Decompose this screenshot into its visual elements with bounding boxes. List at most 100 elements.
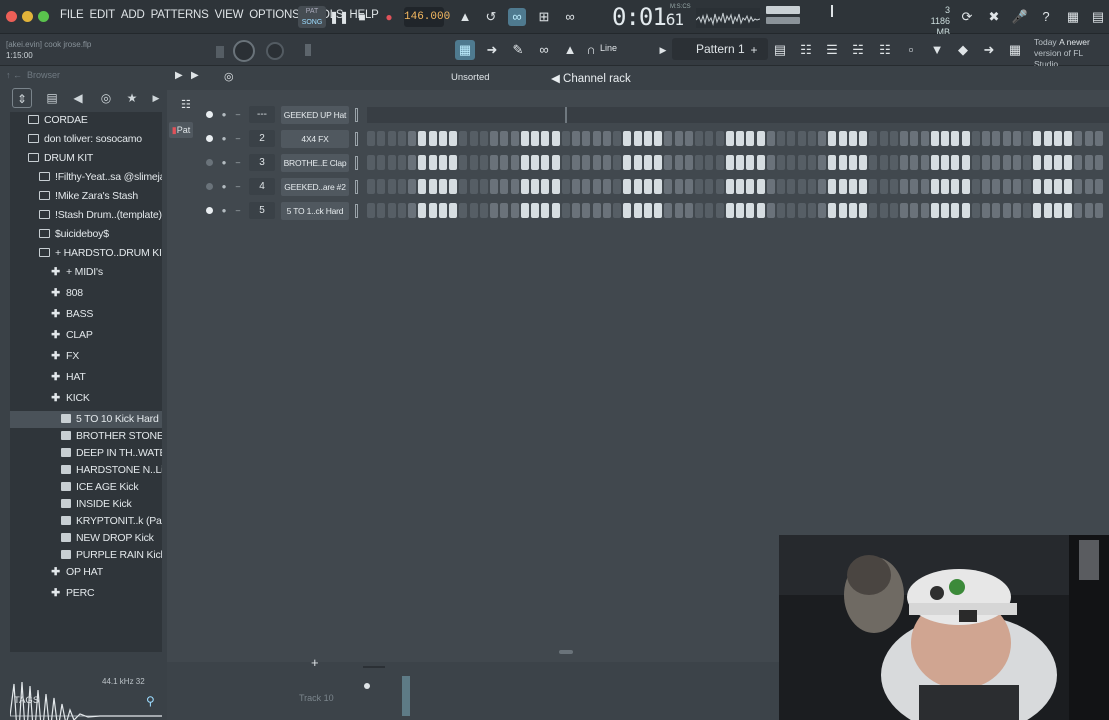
step-button[interactable] <box>1002 131 1011 146</box>
step-button[interactable] <box>818 179 826 194</box>
channel-select-bar[interactable] <box>355 108 358 122</box>
channel-mute-led[interactable] <box>206 159 213 166</box>
step-button[interactable] <box>449 203 457 218</box>
fullscreen-icon[interactable]: ▤ <box>1089 8 1107 26</box>
step-button[interactable] <box>1074 203 1083 218</box>
step-button[interactable] <box>756 203 765 218</box>
menu-view[interactable]: VIEW <box>215 9 244 21</box>
browser-folder-item[interactable]: + HARDSTO..DRUM KIT <box>10 245 162 262</box>
step-button[interactable] <box>397 131 406 146</box>
step-button[interactable] <box>910 179 919 194</box>
step-button[interactable] <box>602 203 611 218</box>
channel-mixer-track[interactable]: 5 <box>249 202 275 219</box>
channel-automation-lane[interactable] <box>367 107 1109 123</box>
step-button[interactable] <box>848 179 857 194</box>
step-button[interactable] <box>408 131 416 146</box>
channel-select-bar[interactable] <box>355 156 358 170</box>
step-button[interactable] <box>941 203 949 218</box>
step-button[interactable] <box>1064 155 1072 170</box>
browser-icon[interactable]: ☷ <box>875 40 895 60</box>
browser-file-item[interactable]: KRYPTONIT..k (Part №1) <box>10 513 162 530</box>
step-button[interactable] <box>777 203 785 218</box>
step-button[interactable] <box>1094 131 1103 146</box>
step-button[interactable] <box>428 179 437 194</box>
step-button[interactable] <box>705 179 714 194</box>
search-icon[interactable]: ⚲ <box>146 694 155 708</box>
step-button[interactable] <box>664 155 673 170</box>
stop-button[interactable]: ■ <box>351 7 373 27</box>
step-button[interactable] <box>1033 179 1042 194</box>
step-button[interactable] <box>1074 179 1083 194</box>
step-button[interactable] <box>479 131 488 146</box>
browser-folder-item[interactable]: ✚ HAT <box>10 369 162 386</box>
step-button[interactable] <box>766 203 775 218</box>
tags-label[interactable]: TAGS <box>14 695 39 706</box>
step-button[interactable] <box>592 203 601 218</box>
step-button[interactable] <box>531 179 539 194</box>
step-button[interactable] <box>879 203 888 218</box>
step-button[interactable] <box>654 203 662 218</box>
snap-select[interactable]: Line <box>600 43 617 53</box>
step-button[interactable] <box>1043 131 1052 146</box>
step-button[interactable] <box>807 179 816 194</box>
step-button[interactable] <box>469 203 478 218</box>
channel-select-bar[interactable] <box>355 180 358 194</box>
step-button[interactable] <box>1094 203 1103 218</box>
step-button[interactable] <box>797 179 806 194</box>
step-button[interactable] <box>654 179 662 194</box>
step-button[interactable] <box>613 131 621 146</box>
rack-resize-handle[interactable] <box>363 666 385 668</box>
step-button[interactable] <box>1012 155 1021 170</box>
step-button[interactable] <box>397 155 406 170</box>
browser-folder-item[interactable]: ✚ FX <box>10 348 162 365</box>
step-button[interactable] <box>572 155 580 170</box>
step-button[interactable] <box>428 203 437 218</box>
step-button[interactable] <box>695 179 703 194</box>
menu-patterns[interactable]: PATTERNS <box>151 9 209 21</box>
step-button[interactable] <box>479 179 488 194</box>
zoom-window-button[interactable] <box>38 11 49 22</box>
step-button[interactable] <box>561 179 570 194</box>
step-button[interactable] <box>818 203 826 218</box>
step-button[interactable] <box>561 203 570 218</box>
step-button[interactable] <box>428 155 437 170</box>
step-button[interactable] <box>715 179 724 194</box>
browser-file-item[interactable]: DEEP IN TH..WATER Kick <box>10 445 162 462</box>
step-button[interactable] <box>602 179 611 194</box>
step-button[interactable] <box>367 179 375 194</box>
channel-volume-knob[interactable]: – <box>233 108 243 122</box>
step-button[interactable] <box>551 203 560 218</box>
step-button[interactable] <box>920 203 929 218</box>
step-button[interactable] <box>387 179 396 194</box>
browser-folder-item[interactable]: $uicideboy$ <box>10 226 162 243</box>
channel-name-button[interactable]: BROTHE..E Clap <box>281 154 349 172</box>
step-button[interactable] <box>684 155 693 170</box>
browser-file-item[interactable]: NEW DROP Kick <box>10 530 162 547</box>
step-button[interactable] <box>838 155 847 170</box>
swing-icon[interactable]: ◎ <box>224 70 234 83</box>
arrow-icon[interactable]: ➜ <box>482 40 502 60</box>
step-button[interactable] <box>490 155 498 170</box>
browser-speaker-icon[interactable]: ◀ <box>68 88 88 108</box>
step-button[interactable] <box>510 131 519 146</box>
step-button[interactable] <box>695 131 703 146</box>
channel-mixer-track[interactable]: 2 <box>249 130 275 147</box>
step-button[interactable] <box>961 179 970 194</box>
master-tempo-knob[interactable] <box>233 40 255 62</box>
countdown-icon[interactable]: ∞ <box>508 8 526 26</box>
step-button[interactable] <box>889 155 898 170</box>
step-button[interactable] <box>633 155 642 170</box>
mixer-icon[interactable]: ☵ <box>848 40 868 60</box>
step-button[interactable] <box>397 203 406 218</box>
step-button[interactable] <box>1043 203 1052 218</box>
channel-volume-knob[interactable]: – <box>233 132 243 146</box>
browser-folder-item[interactable]: DRUM KIT <box>10 150 162 167</box>
step-button[interactable] <box>900 179 908 194</box>
menu-options[interactable]: OPTIONS <box>249 9 300 21</box>
step-button[interactable] <box>879 155 888 170</box>
step-button[interactable] <box>1074 155 1083 170</box>
step-button[interactable] <box>961 203 970 218</box>
step-button[interactable] <box>818 155 826 170</box>
step-button[interactable] <box>613 155 621 170</box>
step-button[interactable] <box>1053 155 1062 170</box>
